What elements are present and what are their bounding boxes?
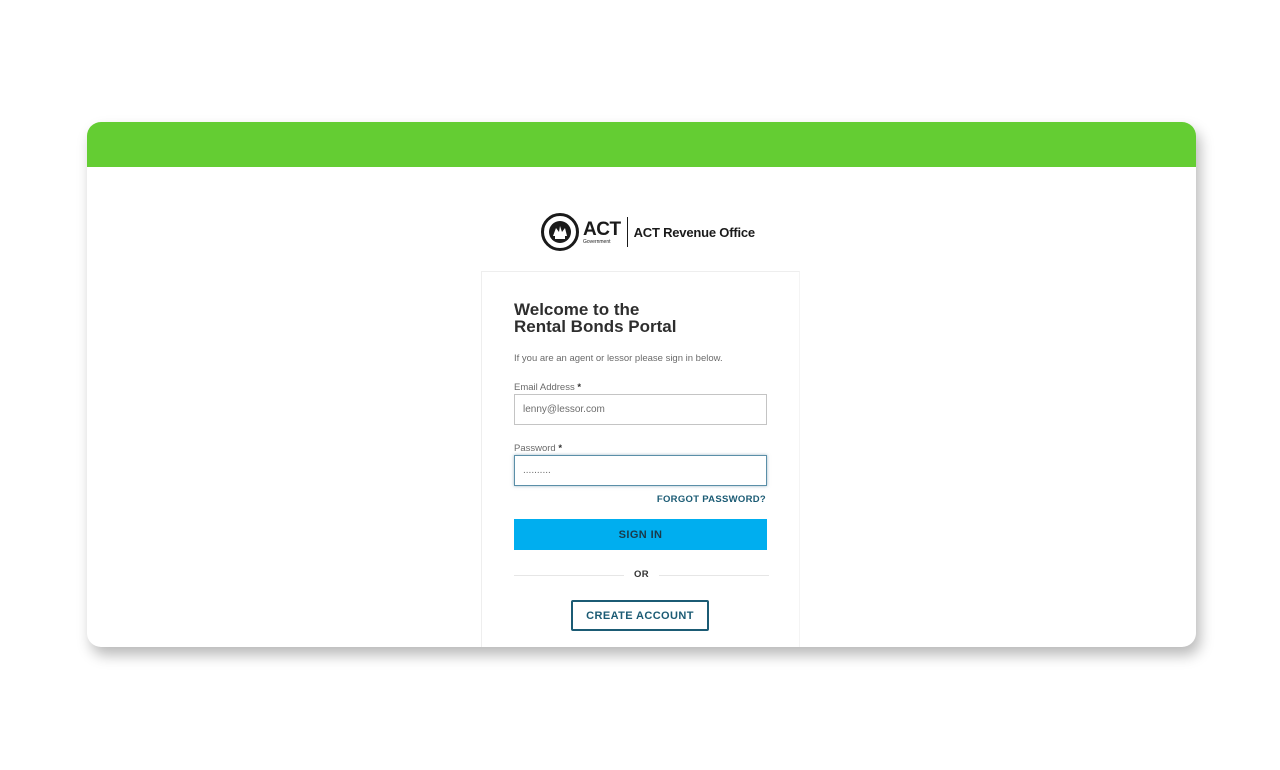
signin-instructions: If you are an agent or lessor please sig… bbox=[514, 353, 723, 364]
act-wordmark: ACT Government bbox=[583, 220, 621, 245]
page-title: Welcome to the Rental Bonds Portal bbox=[514, 301, 774, 335]
title-line-2: Rental Bonds Portal bbox=[514, 317, 677, 336]
login-card: Welcome to the Rental Bonds Portal If yo… bbox=[481, 271, 800, 647]
password-required-marker: * bbox=[558, 443, 563, 454]
email-label: Email Address * bbox=[514, 382, 581, 393]
password-label-text: Password bbox=[514, 443, 556, 454]
act-brand-text: ACT bbox=[583, 218, 621, 240]
or-divider: OR bbox=[514, 569, 769, 581]
password-field[interactable] bbox=[514, 455, 767, 486]
sign-in-button[interactable]: SIGN IN bbox=[514, 519, 767, 550]
logo-divider bbox=[626, 217, 628, 247]
title-line-1: Welcome to the bbox=[514, 300, 640, 319]
act-crest-icon bbox=[541, 213, 579, 251]
or-divider-line-right bbox=[659, 575, 769, 576]
forgot-password-link[interactable]: FORGOT PASSWORD? bbox=[657, 494, 766, 505]
portal-window: ACT Government ACT Revenue Office Welcom… bbox=[87, 122, 1196, 647]
office-name: ACT Revenue Office bbox=[633, 224, 756, 240]
act-brand-subtext: Government bbox=[583, 238, 611, 245]
email-label-text: Email Address bbox=[514, 382, 575, 393]
act-revenue-office-logo: ACT Government ACT Revenue Office bbox=[541, 212, 755, 252]
password-label: Password * bbox=[514, 443, 562, 454]
email-field[interactable] bbox=[514, 394, 767, 425]
green-header-bar bbox=[87, 122, 1196, 167]
create-account-button[interactable]: CREATE ACCOUNT bbox=[571, 600, 709, 631]
email-required-marker: * bbox=[577, 382, 582, 393]
